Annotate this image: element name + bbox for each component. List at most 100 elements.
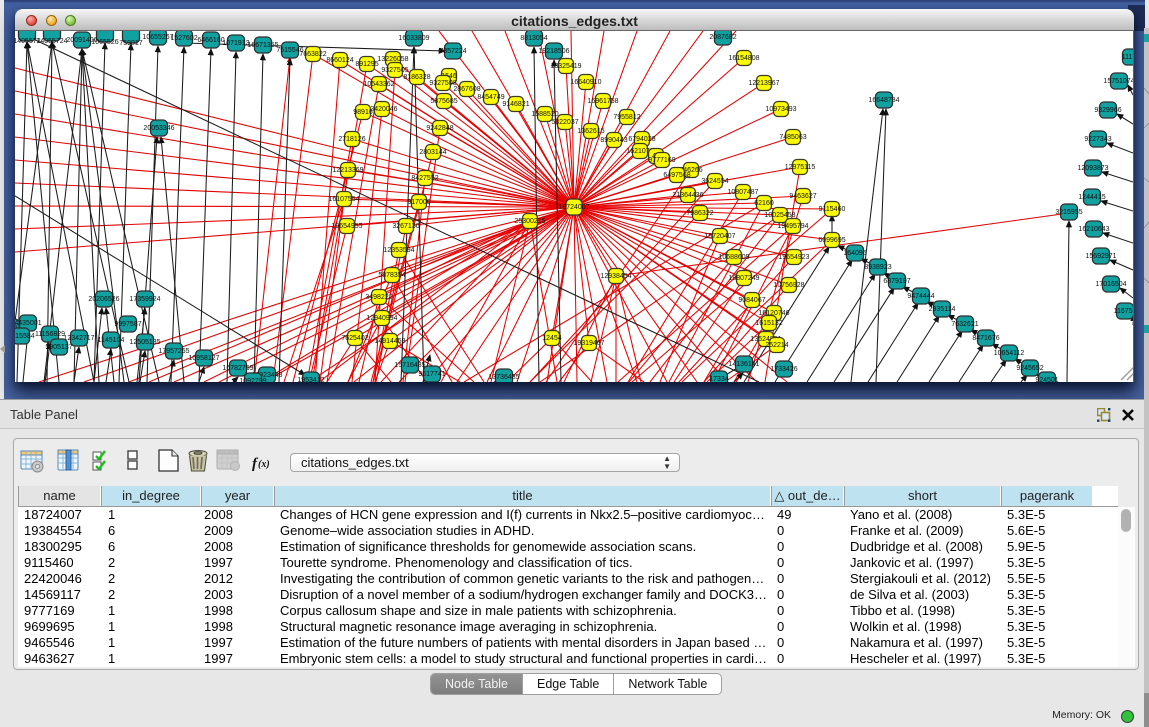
svg-text:7663822: 7663822 — [299, 51, 326, 58]
svg-text:817006: 817006 — [407, 199, 430, 206]
svg-text:1065526: 1065526 — [91, 39, 118, 46]
svg-text:759017: 759017 — [119, 40, 142, 47]
svg-text:2718126: 2718126 — [338, 136, 365, 143]
svg-text:3215955: 3215955 — [1055, 209, 1082, 216]
svg-text:7955812: 7955812 — [613, 114, 640, 121]
svg-text:13736485: 13736485 — [488, 374, 519, 381]
svg-text:19654955: 19654955 — [331, 223, 362, 230]
svg-text:17016504: 17016504 — [1095, 281, 1126, 288]
svg-text:5875685: 5875685 — [430, 98, 457, 105]
svg-text:12975115: 12975115 — [785, 164, 816, 171]
svg-text:10655267: 10655267 — [142, 34, 173, 41]
svg-text:9245652: 9245652 — [1016, 365, 1043, 372]
svg-text:12940994: 12940994 — [366, 315, 397, 322]
svg-text:1145104: 1145104 — [98, 337, 125, 344]
svg-text:8813054: 8813054 — [520, 35, 547, 42]
svg-text:21364436: 21364436 — [672, 192, 703, 199]
svg-text:11156829: 11156829 — [35, 331, 65, 338]
svg-text:14055724: 14055724 — [36, 38, 67, 45]
svg-text:8454749: 8454749 — [477, 94, 504, 101]
svg-text:17334: 17334 — [709, 376, 729, 382]
svg-text:8471676: 8471676 — [972, 335, 999, 342]
svg-text:19319467: 19319467 — [573, 340, 604, 347]
svg-text:16107554: 16107554 — [328, 196, 359, 203]
svg-text:8990443: 8990443 — [600, 137, 627, 144]
svg-text:6879197: 6879197 — [883, 278, 910, 285]
svg-text:19495794: 19495794 — [777, 223, 808, 230]
svg-text:1362615: 1362615 — [577, 128, 604, 135]
svg-text:62160: 62160 — [754, 200, 774, 207]
svg-text:16782759: 16782759 — [222, 365, 253, 372]
svg-text:2935114: 2935114 — [929, 306, 956, 313]
svg-text:98916: 98916 — [353, 109, 373, 116]
svg-text:8427552: 8427552 — [411, 175, 438, 182]
svg-text:16154808: 16154808 — [728, 55, 759, 62]
svg-text:8660124: 8660124 — [326, 57, 353, 64]
svg-text:9227343: 9227343 — [1084, 136, 1111, 143]
svg-text:16033809: 16033809 — [398, 35, 429, 42]
svg-text:14914459: 14914459 — [374, 338, 405, 345]
svg-text:9617741: 9617741 — [418, 371, 445, 378]
svg-text:19218506: 19218506 — [538, 48, 569, 55]
svg-text:1733426: 1733426 — [770, 366, 797, 373]
svg-text:1071913: 1071913 — [222, 40, 249, 47]
svg-text:9242848: 9242848 — [426, 125, 453, 132]
svg-text:25300215: 25300215 — [514, 218, 545, 225]
svg-text:9146821: 9146821 — [502, 101, 529, 108]
svg-text:12505135: 12505135 — [129, 339, 160, 346]
svg-text:10688609: 10688609 — [718, 254, 749, 261]
svg-text:11173: 11173 — [1122, 54, 1133, 61]
svg-text:14136141: 14136141 — [728, 361, 759, 368]
svg-text:7625402: 7625402 — [341, 335, 368, 342]
svg-text:3915584: 3915584 — [15, 333, 35, 340]
svg-text:3498222: 3498222 — [365, 294, 392, 301]
svg-text:5322037: 5322037 — [551, 119, 578, 126]
svg-text:12213369: 12213369 — [332, 167, 363, 174]
svg-text:7357224: 7357224 — [439, 48, 466, 55]
svg-text:15720407: 15720407 — [704, 233, 735, 240]
svg-text:1615132: 1615132 — [755, 320, 782, 327]
svg-text:3624554: 3624554 — [701, 178, 728, 185]
svg-text:10756928: 10756928 — [773, 282, 804, 289]
svg-text:20053346: 20053346 — [143, 125, 174, 132]
svg-text:1244415: 1244415 — [1078, 194, 1105, 201]
svg-text:252214: 252214 — [765, 342, 788, 349]
svg-text:10654112: 10654112 — [994, 350, 1025, 357]
svg-text:9463627: 9463627 — [789, 193, 816, 200]
svg-text:16671355: 16671355 — [247, 42, 278, 49]
svg-text:1953412: 1953412 — [297, 377, 324, 382]
svg-text:18807249: 18807249 — [728, 275, 759, 282]
svg-text:9329966: 9329966 — [1094, 107, 1121, 114]
svg-text:3267130: 3267130 — [392, 223, 419, 230]
svg-text:7485063: 7485063 — [779, 134, 806, 141]
svg-text:16961758: 16961758 — [587, 98, 618, 105]
svg-text:164095: 164095 — [843, 250, 866, 257]
svg-text:8186328: 8186328 — [403, 74, 430, 81]
svg-text:16648784: 16648784 — [868, 97, 899, 104]
svg-text:10543362: 10543362 — [363, 81, 394, 88]
svg-text:12213967: 12213967 — [748, 80, 779, 87]
svg-text:5905137: 5905137 — [45, 344, 72, 351]
svg-text:9327505: 9327505 — [381, 67, 408, 74]
svg-text:17957255: 17957255 — [158, 348, 189, 355]
svg-text:6466160: 6466160 — [197, 37, 224, 44]
svg-text:20206526: 20206526 — [88, 296, 119, 303]
svg-text:19654923: 19654923 — [778, 254, 809, 261]
svg-text:15692971: 15692971 — [1085, 253, 1116, 260]
svg-text:116753: 116753 — [1114, 308, 1133, 315]
svg-text:924501: 924501 — [1035, 377, 1058, 382]
svg-text:(x): (x) — [258, 459, 270, 470]
svg-text:12353594: 12353594 — [383, 247, 414, 254]
svg-text:4435001: 4435001 — [15, 320, 42, 327]
svg-text:10958127: 10958127 — [188, 355, 219, 362]
svg-text:5878354: 5878354 — [378, 272, 405, 279]
svg-text:1527602: 1527602 — [170, 35, 197, 42]
svg-text:10973493: 10973493 — [765, 106, 796, 113]
svg-text:10807487: 10807487 — [727, 189, 758, 196]
svg-text:12454: 12454 — [542, 335, 562, 342]
svg-text:7632621: 7632621 — [951, 321, 978, 328]
svg-text:6497568: 6497568 — [663, 172, 690, 179]
svg-text:891295: 891295 — [355, 61, 378, 68]
svg-text:17359924: 17359924 — [129, 296, 160, 303]
svg-text:9084067: 9084067 — [738, 297, 765, 304]
